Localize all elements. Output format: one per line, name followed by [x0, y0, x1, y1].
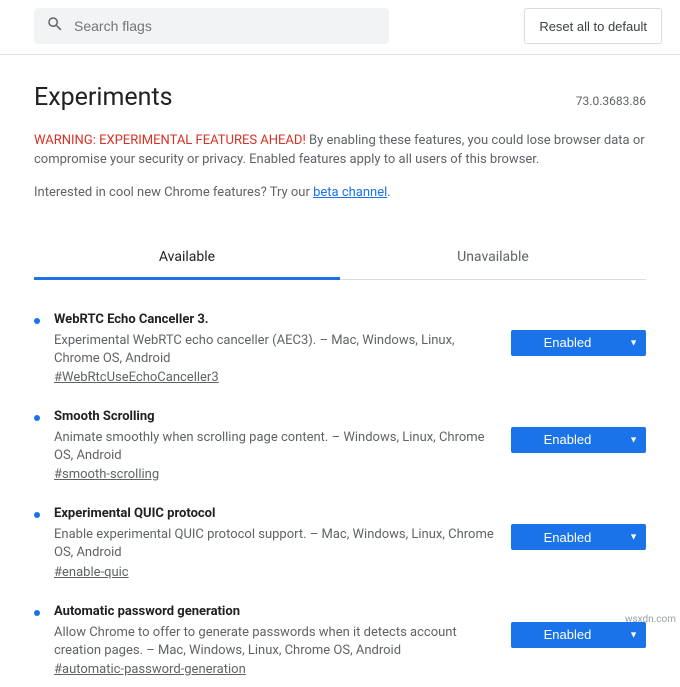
modified-dot-icon — [34, 512, 40, 518]
flag-row: WebRTC Echo Canceller 3. Experimental We… — [34, 298, 646, 395]
flag-row: Automatic password generation Allow Chro… — [34, 590, 646, 687]
flag-anchor-link[interactable]: #WebRtcUseEchoCanceller3 — [54, 370, 219, 385]
flag-anchor-link[interactable]: #enable-quic — [54, 565, 129, 580]
flag-description: Enable experimental QUIC protocol suppor… — [54, 526, 495, 562]
warning-text: WARNING: EXPERIMENTAL FEATURES AHEAD! By… — [34, 132, 646, 170]
tab-unavailable[interactable]: Unavailable — [340, 237, 646, 279]
version-label: 73.0.3683.86 — [576, 94, 646, 108]
flag-description: Allow Chrome to offer to generate passwo… — [54, 624, 495, 660]
search-icon — [46, 15, 64, 37]
flag-title: Automatic password generation — [54, 604, 495, 619]
content: Experiments 73.0.3683.86 WARNING: EXPERI… — [0, 55, 680, 687]
search-box[interactable] — [34, 8, 389, 44]
flag-row: Experimental QUIC protocol Enable experi… — [34, 492, 646, 589]
flag-row: Smooth Scrolling Animate smoothly when s… — [34, 395, 646, 492]
tab-available[interactable]: Available — [34, 237, 340, 280]
flag-description: Animate smoothly when scrolling page con… — [54, 429, 495, 465]
flag-description: Experimental WebRTC echo canceller (AEC3… — [54, 332, 495, 368]
reset-all-button[interactable]: Reset all to default — [524, 8, 662, 44]
flags-list: WebRTC Echo Canceller 3. Experimental We… — [34, 280, 646, 687]
flag-title: WebRTC Echo Canceller 3. — [54, 312, 495, 327]
warning-prefix: WARNING: EXPERIMENTAL FEATURES AHEAD! — [34, 133, 306, 148]
flag-state-select[interactable]: Enabled — [511, 330, 646, 356]
flag-title: Smooth Scrolling — [54, 409, 495, 424]
page-title: Experiments — [34, 83, 173, 112]
modified-dot-icon — [34, 610, 40, 616]
topbar: Reset all to default — [0, 0, 680, 55]
beta-channel-line: Interested in cool new Chrome features? … — [34, 184, 646, 203]
search-input[interactable] — [64, 18, 377, 34]
beta-channel-link[interactable]: beta channel — [313, 185, 387, 200]
modified-dot-icon — [34, 318, 40, 324]
flag-state-select[interactable]: Enabled — [511, 524, 646, 550]
flag-state-select[interactable]: Enabled — [511, 622, 646, 648]
tabs: Available Unavailable — [34, 237, 646, 280]
flag-title: Experimental QUIC protocol — [54, 506, 495, 521]
flag-anchor-link[interactable]: #automatic-password-generation — [54, 662, 246, 677]
flag-anchor-link[interactable]: #smooth-scrolling — [54, 467, 159, 482]
watermark: wsxdn.com — [625, 614, 676, 625]
flag-state-select[interactable]: Enabled — [511, 427, 646, 453]
modified-dot-icon — [34, 415, 40, 421]
